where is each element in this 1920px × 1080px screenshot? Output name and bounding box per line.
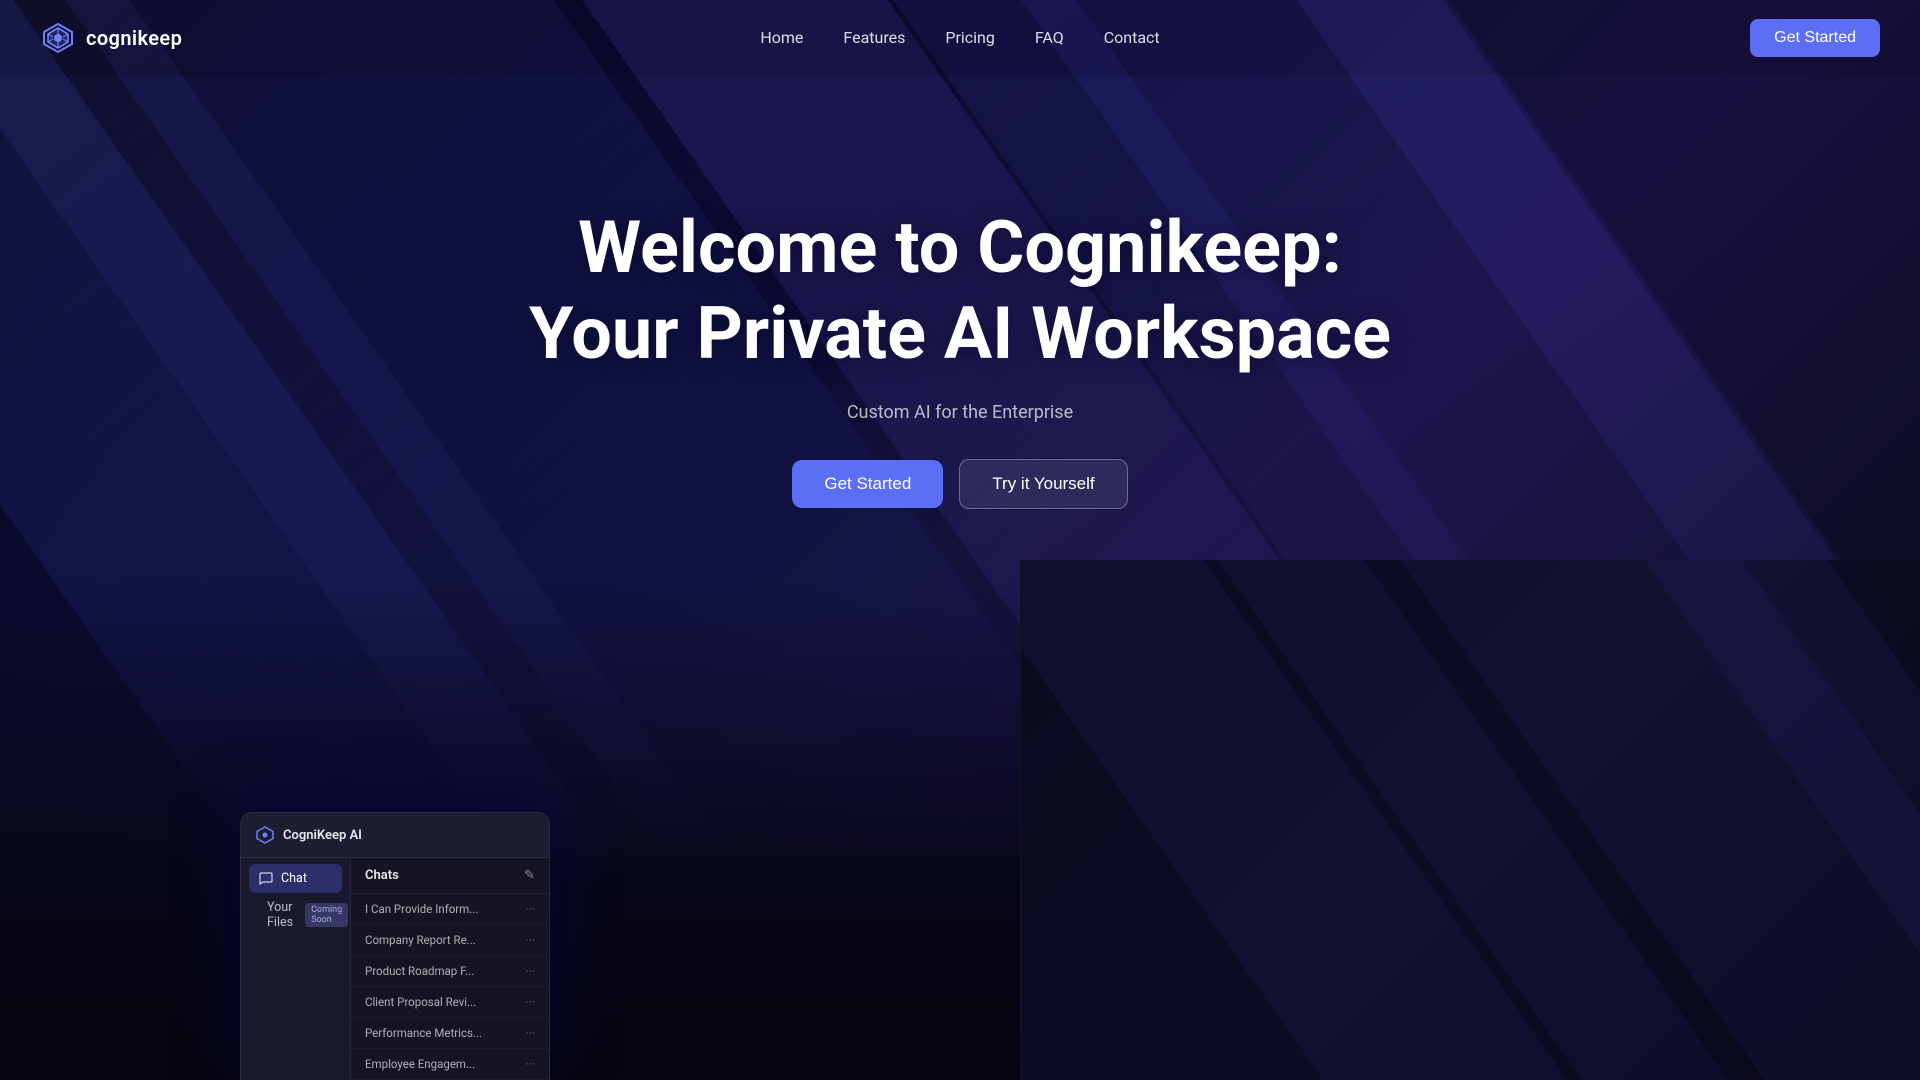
hero-title: Welcome to Cognikeep: Your Private AI Wo… [510, 205, 1410, 378]
chat-item-0[interactable]: I Can Provide Inform... ··· [351, 894, 549, 925]
logo-icon [40, 20, 76, 56]
nav-contact[interactable]: Contact [1104, 28, 1160, 47]
hero-try-yourself-button[interactable]: Try it Yourself [959, 459, 1127, 509]
nav-faq[interactable]: FAQ [1035, 28, 1064, 47]
app-sidebar-header: CogniKeep AI [241, 813, 549, 858]
nav-item-files[interactable]: Your Files Coming Soon [249, 893, 342, 937]
logo[interactable]: cognikeep [40, 20, 182, 56]
chat-item-3-dots[interactable]: ··· [526, 995, 535, 1009]
app-preview: CogniKeep AI Chat Your Files Coming Soon [240, 812, 550, 1080]
chat-item-2[interactable]: Product Roadmap F... ··· [351, 956, 549, 987]
navbar: cognikeep Home Features Pricing FAQ Cont… [0, 0, 1920, 75]
nav-pricing[interactable]: Pricing [945, 28, 995, 47]
nav-item-files-label: Your Files [267, 900, 293, 930]
chat-item-0-dots[interactable]: ··· [526, 902, 535, 916]
chat-item-1-dots[interactable]: ··· [526, 933, 535, 947]
chat-item-4-dots[interactable]: ··· [526, 1026, 535, 1040]
nav-item-chat-label: Chat [281, 871, 307, 886]
app-brand-name: CogniKeep AI [283, 828, 362, 843]
nav-features[interactable]: Features [843, 28, 905, 47]
brand-name: cognikeep [86, 26, 182, 50]
chat-item-5-dots[interactable]: ··· [526, 1057, 535, 1071]
hero-get-started-button[interactable]: Get Started [792, 460, 943, 508]
chat-item-2-dots[interactable]: ··· [526, 964, 535, 978]
app-sidebar: Chat Your Files Coming Soon [241, 858, 351, 1080]
nav-get-started-button[interactable]: Get Started [1750, 19, 1880, 57]
chats-panel: Chat Your Files Coming Soon Chats ✎ I Ca… [241, 858, 549, 1080]
nav-links: Home Features Pricing FAQ Contact [760, 28, 1159, 47]
coming-soon-badge: Coming Soon [305, 903, 348, 927]
app-logo-icon [255, 825, 275, 845]
right-dark-panel [1020, 560, 1920, 1080]
chats-header: Chats ✎ [351, 858, 549, 894]
chat-icon [259, 872, 273, 886]
app-nav-items: Chat Your Files Coming Soon [241, 858, 350, 943]
chat-item-1[interactable]: Company Report Re... ··· [351, 925, 549, 956]
nav-home[interactable]: Home [760, 28, 803, 47]
chats-edit-icon[interactable]: ✎ [524, 868, 535, 883]
chat-item-3[interactable]: Client Proposal Revi... ··· [351, 987, 549, 1018]
hero-subtitle: Custom AI for the Enterprise [847, 402, 1073, 423]
chats-title: Chats [365, 868, 399, 883]
chats-col: Chats ✎ I Can Provide Inform... ··· Comp… [351, 858, 549, 1080]
hero-buttons: Get Started Try it Yourself [792, 459, 1127, 509]
nav-item-chat[interactable]: Chat [249, 864, 342, 893]
chat-item-5[interactable]: Employee Engagem... ··· [351, 1049, 549, 1080]
chat-item-4[interactable]: Performance Metrics... ··· [351, 1018, 549, 1049]
hero-section: Welcome to Cognikeep: Your Private AI Wo… [0, 75, 1920, 509]
